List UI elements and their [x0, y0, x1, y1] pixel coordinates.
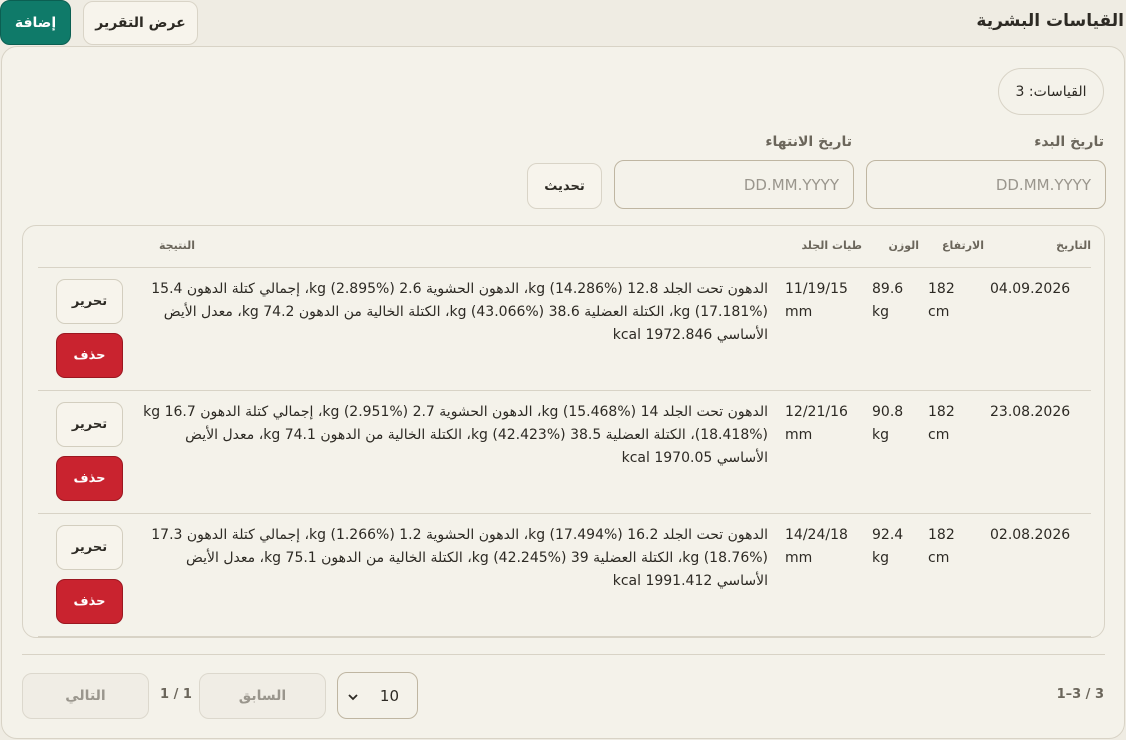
cell-result: الدهون تحت الجلد 12.8 kg (14.286%)، الده… — [151, 281, 768, 343]
cell-skinfolds: 11/19/15 mm — [785, 281, 848, 320]
add-button[interactable]: إضافة — [0, 0, 71, 45]
next-page-button[interactable]: التالي — [22, 673, 149, 719]
table-row: 23.08.2026 182 cm 90.8 kg 12/21/16 mm ال… — [38, 391, 1091, 514]
cell-height: 182 cm — [928, 404, 955, 443]
page-title: القياسات البشرية — [976, 11, 1124, 31]
cell-weight: 89.6 kg — [872, 281, 904, 320]
edit-button[interactable]: تحرير — [56, 279, 123, 324]
start-date-label: تاريخ البدء — [1034, 134, 1104, 150]
end-date-input[interactable] — [614, 160, 854, 209]
cell-date: 23.08.2026 — [990, 404, 1071, 420]
table-row: 02.08.2026 182 cm 92.4 kg 14/24/18 mm ال… — [38, 514, 1091, 637]
refresh-button[interactable]: تحديث — [527, 163, 602, 209]
delete-button[interactable]: حذف — [56, 333, 123, 378]
column-header-skinfolds: طيات الجلد — [801, 239, 862, 252]
cell-date: 04.09.2026 — [990, 281, 1071, 297]
chevron-down-icon — [348, 687, 358, 705]
cell-date: 02.08.2026 — [990, 527, 1071, 543]
cell-result: الدهون تحت الجلد 14 kg (15.468%)، الدهون… — [143, 404, 768, 466]
table-row: 04.09.2026 182 cm 89.6 kg 11/19/15 mm ال… — [38, 268, 1091, 391]
delete-button[interactable]: حذف — [56, 579, 123, 624]
measurements-table: التاريخ الارتفاع الوزن طيات الجلد النتيج… — [22, 225, 1105, 638]
pagination-range: 1–3 / 3 — [1056, 687, 1104, 702]
column-header-height: الارتفاع — [942, 239, 984, 252]
end-date-label: تاريخ الانتهاء — [765, 134, 852, 150]
column-header-date: التاريخ — [1056, 239, 1091, 252]
cell-height: 182 cm — [928, 527, 955, 566]
edit-button[interactable]: تحرير — [56, 525, 123, 570]
pagination-divider — [22, 654, 1105, 655]
page-indicator: 1 / 1 — [160, 687, 192, 702]
start-date-input[interactable] — [866, 160, 1106, 209]
edit-button[interactable]: تحرير — [56, 402, 123, 447]
view-report-button[interactable]: عرض التقرير — [83, 1, 198, 45]
previous-page-button[interactable]: السابق — [199, 673, 326, 719]
cell-weight: 92.4 kg — [872, 527, 904, 566]
delete-button[interactable]: حذف — [56, 456, 123, 501]
top-bar: القياسات البشرية إضافة عرض التقرير — [0, 0, 1126, 46]
cell-height: 182 cm — [928, 281, 955, 320]
page-size-value: 10 — [379, 686, 399, 705]
cell-skinfolds: 12/21/16 mm — [785, 404, 848, 443]
cell-result: الدهون تحت الجلد 16.2 kg (17.494%)، الده… — [151, 527, 768, 589]
column-header-result: النتيجة — [159, 239, 195, 252]
measurements-count-chip: القياسات: 3 — [998, 68, 1104, 115]
page-size-select[interactable]: 10 — [337, 672, 418, 719]
column-header-weight: الوزن — [888, 239, 919, 252]
cell-weight: 90.8 kg — [872, 404, 904, 443]
cell-skinfolds: 14/24/18 mm — [785, 527, 848, 566]
measurements-card: القياسات: 3 تاريخ البدء تاريخ الانتهاء ت… — [1, 46, 1125, 739]
table-header: التاريخ الارتفاع الوزن طيات الجلد النتيج… — [38, 226, 1091, 268]
